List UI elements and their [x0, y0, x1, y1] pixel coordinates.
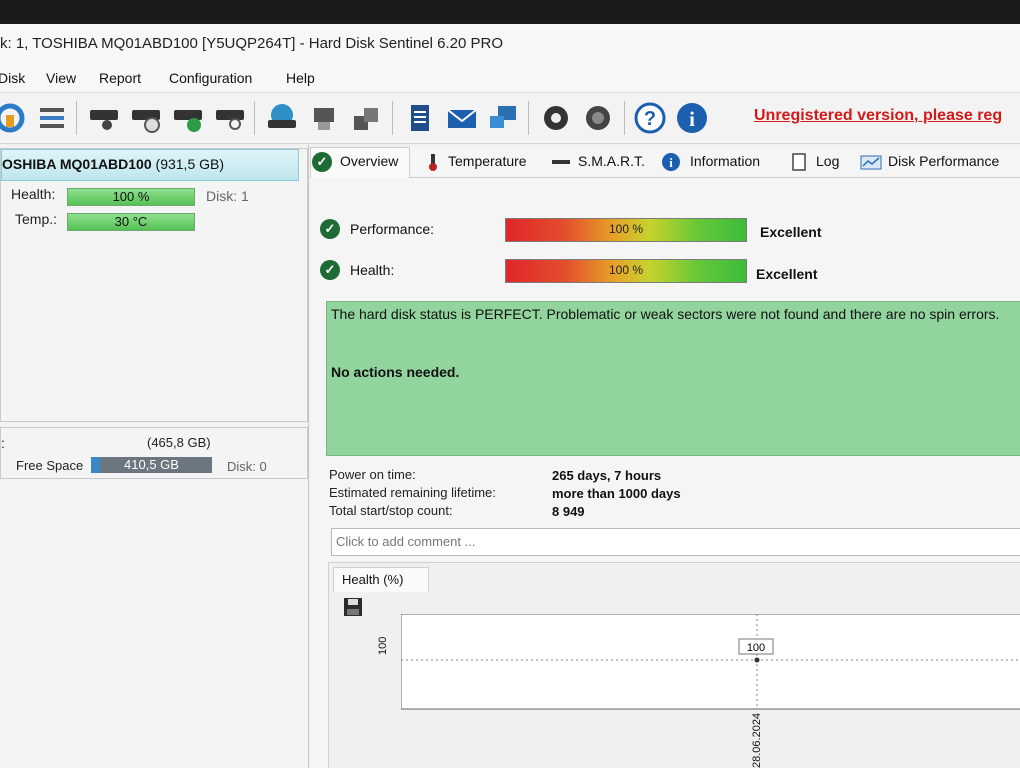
refresh-icon[interactable] — [0, 102, 26, 134]
lifetime-value: more than 1000 days — [552, 486, 681, 501]
svg-text:?: ? — [644, 108, 656, 130]
disk-card[interactable]: OSHIBA MQ01ABD100 (931,5 GB) Health: 100… — [0, 148, 308, 422]
temp-label: Temp.: — [15, 211, 58, 227]
disk-number: Disk: 1 — [206, 188, 249, 204]
comment-placeholder: Click to add comment ... — [336, 534, 476, 549]
tab-temperature[interactable]: Temperature — [448, 153, 527, 169]
toolbar: ? i Unregistered version, please reg — [0, 93, 1020, 144]
data-point — [754, 657, 760, 663]
performance-rating: Excellent — [760, 224, 822, 240]
overview-health-label: Health: — [350, 262, 395, 278]
unregistered-link[interactable]: Unregistered version, please reg — [754, 107, 1002, 125]
disk-size: (931,5 GB) — [155, 156, 225, 172]
health-bar: 100 % — [67, 188, 195, 206]
performance-check-icon: ✓ — [320, 219, 340, 239]
tab-smart[interactable]: S.M.A.R.T. — [578, 153, 645, 169]
disk-check-icon[interactable] — [172, 102, 204, 134]
partition-disk-number: Disk: 0 — [227, 459, 267, 474]
notepad-icon[interactable] — [404, 102, 436, 134]
menu-view[interactable]: View — [46, 70, 76, 86]
info-tab-icon: i — [662, 153, 680, 171]
gear-icon[interactable] — [540, 102, 572, 134]
list-icon[interactable] — [36, 102, 68, 134]
comment-input[interactable]: Click to add comment ... — [331, 528, 1020, 556]
svg-text:i: i — [669, 155, 673, 170]
log-icon — [792, 153, 806, 171]
health-label: Health: — [11, 186, 56, 202]
performance-icon — [860, 155, 882, 170]
power-on-value: 265 days, 7 hours — [552, 468, 662, 483]
health-rating: Excellent — [756, 266, 818, 282]
help-icon[interactable]: ? — [634, 102, 666, 134]
detail-pane: ✓ Overview Temperature S.M.A.R.T. i Info… — [310, 147, 1020, 768]
save-icon[interactable] — [343, 597, 363, 617]
title-bar: k: 1, TOSHIBA MQ01ABD100 [Y5UQP264T] - H… — [0, 24, 1020, 66]
health-chart-panel: Health (%) 100 100 28.06.2024 — [328, 562, 1020, 768]
network-icon[interactable] — [488, 102, 520, 134]
disk-search-icon[interactable] — [214, 102, 246, 134]
disk-icon[interactable] — [88, 102, 120, 134]
y-tick-label: 100 — [377, 636, 389, 655]
tab-health-chart[interactable]: Health (%) — [333, 567, 429, 592]
tab-log[interactable]: Log — [816, 153, 839, 169]
svg-text:i: i — [689, 107, 695, 131]
tab-disk-performance[interactable]: Disk Performance — [888, 153, 999, 169]
info-icon[interactable]: i — [676, 102, 708, 134]
disk-name: OSHIBA MQ01ABD100 — [2, 156, 152, 172]
toolbar-separator — [392, 101, 393, 135]
health-chart: 100 — [401, 614, 1020, 710]
overview-health-value: 100 % — [608, 263, 644, 277]
menu-disk[interactable]: Disk — [0, 70, 25, 86]
app-window: k: 1, TOSHIBA MQ01ABD100 [Y5UQP264T] - H… — [0, 24, 1020, 768]
startstop-label: Total start/stop count: — [329, 503, 453, 518]
health-check-icon: ✓ — [320, 260, 340, 280]
tab-information[interactable]: Information — [690, 153, 760, 169]
globe-disk-icon[interactable] — [266, 102, 298, 134]
window-title: k: 1, TOSHIBA MQ01ABD100 [Y5UQP264T] - H… — [0, 35, 503, 52]
menu-report[interactable]: Report — [99, 70, 141, 86]
lifetime-label: Estimated remaining lifetime: — [329, 485, 496, 500]
menu-bar: Disk View Report Configuration Help — [0, 66, 1020, 93]
tab-bar: ✓ Overview Temperature S.M.A.R.T. i Info… — [310, 147, 1020, 178]
overview-check-icon: ✓ — [312, 152, 332, 172]
toolbar-separator — [528, 101, 529, 135]
status-text: The hard disk status is PERFECT. Problem… — [331, 306, 1000, 322]
toolbar-separator — [624, 101, 625, 135]
speaker-icon[interactable] — [582, 102, 614, 134]
status-action: No actions needed. — [331, 364, 460, 380]
menu-help[interactable]: Help — [286, 70, 315, 86]
disk-card-header[interactable]: OSHIBA MQ01ABD100 (931,5 GB) — [1, 149, 299, 181]
free-space-label: Free Space — [16, 458, 84, 473]
performance-bar: 100 % — [505, 218, 747, 242]
plot-area — [401, 614, 1020, 710]
startstop-value: 8 949 — [552, 504, 585, 519]
partition-letter: : — [1, 435, 5, 451]
status-message-box: The hard disk status is PERFECT. Problem… — [326, 301, 1020, 456]
toolbar-separator — [254, 101, 255, 135]
disk-stack-icon[interactable] — [350, 102, 382, 134]
performance-value: 100 % — [608, 222, 644, 236]
overview-health-bar: 100 % — [505, 259, 747, 283]
disk-card-title: OSHIBA MQ01ABD100 (931,5 GB) — [2, 156, 224, 172]
chart-tab-label: Health (%) — [342, 572, 404, 587]
partition-size: (465,8 GB) — [147, 435, 211, 450]
x-tick-label: 28.06.2024 — [751, 712, 763, 768]
partition-card[interactable]: : (465,8 GB) Free Space 410,5 GB Disk: 0 — [0, 427, 308, 479]
performance-label: Performance: — [350, 221, 435, 237]
temp-bar: 30 °C — [67, 213, 195, 231]
power-on-label: Power on time: — [329, 467, 416, 482]
menu-configuration[interactable]: Configuration — [169, 70, 252, 86]
thermometer-icon — [429, 154, 437, 171]
free-space-bar: 410,5 GB — [91, 457, 212, 473]
disk-tools-icon[interactable] — [308, 102, 340, 134]
data-label: 100 — [747, 642, 765, 654]
toolbar-separator — [76, 101, 77, 135]
email-icon[interactable] — [446, 102, 478, 134]
disk-clock-icon[interactable] — [130, 102, 162, 134]
tab-overview[interactable]: Overview — [340, 153, 398, 169]
smart-icon — [552, 160, 570, 164]
disk-list-pane: OSHIBA MQ01ABD100 (931,5 GB) Health: 100… — [0, 145, 309, 768]
